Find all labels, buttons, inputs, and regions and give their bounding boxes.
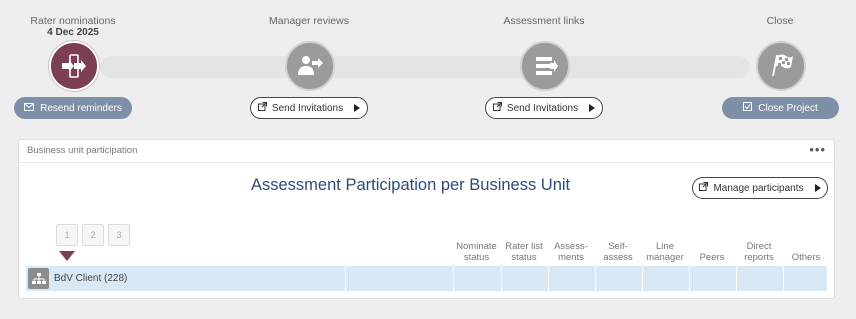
step-title: Rater nominations	[30, 15, 116, 27]
column-label: ments	[558, 252, 584, 263]
column-label: Rater list	[505, 241, 543, 252]
progress-track	[100, 56, 750, 78]
card-header-title: Business unit participation	[27, 145, 138, 156]
table-cell	[548, 266, 595, 291]
resend-reminders-label: Resend reminders	[40, 102, 122, 114]
org-structure-icon[interactable]	[28, 268, 49, 289]
checkbox-icon	[743, 102, 753, 114]
column-nominate-status: Nominate status	[453, 241, 500, 263]
column-label: status	[511, 252, 537, 263]
table-cell	[501, 266, 548, 291]
table-cell	[689, 266, 736, 291]
column-label: Others	[791, 252, 821, 263]
step-assessment-links: Assessment links	[444, 0, 644, 27]
external-link-icon	[257, 102, 267, 114]
step-title: Assessment links	[503, 15, 585, 27]
step-rater-nominations: Rater nominations 4 Dec 2025	[0, 0, 173, 39]
table-cell	[453, 266, 501, 291]
column-label: Direct	[746, 241, 772, 252]
page-title: Assessment Participation per Business Un…	[251, 176, 571, 194]
column-peers: Peers	[689, 252, 735, 263]
external-link-icon	[699, 182, 709, 194]
table-cell	[736, 266, 783, 291]
send-invitations-assessment-button[interactable]: Send Invitations	[485, 97, 603, 119]
column-label: reports	[744, 252, 774, 263]
close-project-button[interactable]: Close Project	[722, 97, 839, 119]
column-label: Assess-	[554, 241, 588, 252]
mail-icon	[24, 102, 35, 114]
send-invitations-manager-button[interactable]: Send Invitations	[250, 97, 368, 119]
level-1-button[interactable]: 1	[56, 224, 78, 246]
table-cell	[345, 266, 453, 291]
column-others: Others	[783, 252, 829, 263]
play-icon	[589, 104, 596, 112]
send-invitations-label: Send Invitations	[506, 102, 579, 114]
level-selector: 1 2 3	[56, 224, 130, 246]
step-title: Manager reviews	[269, 15, 349, 27]
nomination-arrows-icon[interactable]	[49, 41, 99, 91]
play-icon	[814, 184, 821, 192]
send-invitations-label: Send Invitations	[271, 102, 344, 114]
manage-participants-button[interactable]: Manage participants	[692, 177, 828, 199]
assessment-list-icon[interactable]	[520, 41, 570, 91]
column-label: status	[463, 252, 490, 263]
table-cell	[595, 266, 642, 291]
manager-review-icon[interactable]	[285, 41, 335, 91]
more-options-icon[interactable]: •••	[809, 140, 826, 160]
manage-participants-label: Manage participants	[713, 182, 804, 194]
column-line-manager: Line manager	[642, 241, 688, 263]
step-date: 4 Dec 2025	[47, 27, 99, 38]
table-cell	[783, 266, 828, 291]
checkered-flag-icon[interactable]	[756, 41, 806, 91]
close-project-label: Close Project	[758, 102, 818, 114]
resend-reminders-button[interactable]: Resend reminders	[14, 97, 132, 119]
column-label: manager	[646, 252, 684, 263]
card-header: Business unit participation •••	[19, 140, 834, 163]
level-3-button[interactable]: 3	[108, 224, 130, 246]
level-2-button[interactable]: 2	[82, 224, 104, 246]
external-link-icon	[492, 102, 502, 114]
column-label: Line	[656, 241, 674, 252]
column-self-assess: Self- assess	[595, 241, 641, 263]
column-assessments: Assess- ments	[548, 241, 594, 263]
step-close: Close	[680, 0, 856, 27]
table-cell	[642, 266, 689, 291]
level-marker-icon	[59, 251, 75, 261]
play-icon	[354, 104, 361, 112]
step-title: Close	[766, 15, 794, 27]
column-label: Nominate	[456, 241, 497, 252]
table-row[interactable]: BdV Client (228)	[26, 266, 827, 291]
column-rater-list-status: Rater list status	[501, 241, 547, 263]
column-label: Self-	[608, 241, 628, 252]
business-unit-participation-card: Business unit participation ••• Assessme…	[18, 139, 835, 299]
column-label: assess	[603, 252, 633, 263]
step-manager-reviews: Manager reviews	[209, 0, 409, 27]
column-direct-reports: Direct reports	[736, 241, 782, 263]
business-unit-label[interactable]: BdV Client (228)	[54, 266, 127, 291]
column-label: Peers	[699, 252, 725, 263]
